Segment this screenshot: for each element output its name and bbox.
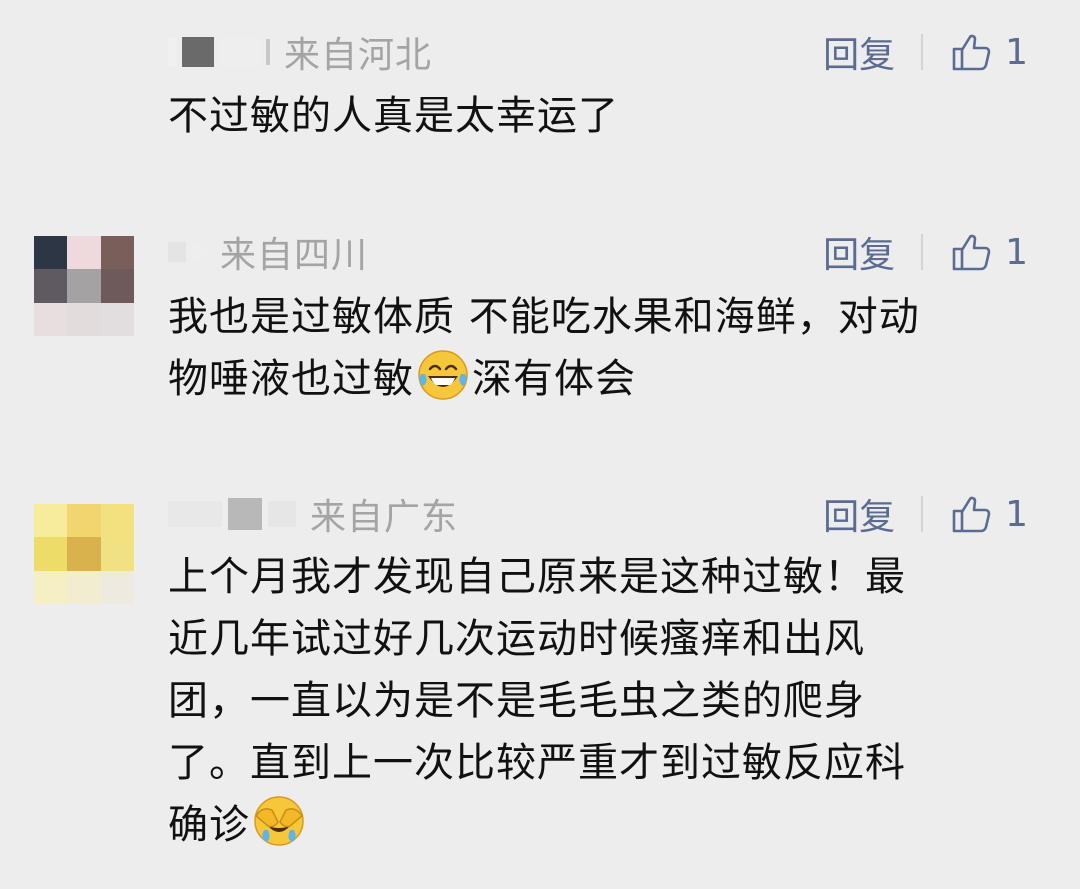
- comment-line: 上个月我才发现自己原来是这种过敏！最: [168, 554, 906, 600]
- like-count: 1: [1005, 493, 1028, 535]
- comment-line: 近几年试过好几次运动时候瘙痒和出风: [168, 616, 865, 662]
- comment-header: 来自广东: [168, 486, 458, 542]
- like-button[interactable]: 1: [951, 494, 1028, 535]
- like-count: 1: [1005, 31, 1028, 73]
- location-label: 来自广东: [310, 497, 459, 538]
- comment-line: 了。直到上一次比较严重才到过敏反应科: [168, 740, 906, 786]
- comment-header: 来自河北: [168, 24, 432, 80]
- divider: [921, 34, 924, 70]
- avatar[interactable]: [34, 236, 134, 336]
- divider: [921, 496, 924, 532]
- comment-actions: 回复 1: [823, 486, 1028, 542]
- reply-button[interactable]: 回复: [823, 488, 895, 540]
- comment-line-part: 深有体会: [472, 356, 636, 402]
- like-button[interactable]: 1: [951, 232, 1028, 273]
- comment-line-part: 确诊: [168, 802, 250, 848]
- comment-text: 不过敏的人真是太幸运了: [168, 93, 619, 139]
- comment-text: 我也是过敏体质 不能吃水果和海鲜，对动 物唾液也过敏 深有体会: [168, 286, 1024, 410]
- location-label: 来自四川: [220, 235, 369, 276]
- comment-line: 物唾液也过敏 深有体会: [168, 348, 1024, 410]
- comment-line: 确诊: [168, 794, 1024, 856]
- username-censored: [168, 242, 206, 262]
- thumbs-up-icon: [952, 496, 991, 533]
- grinning-with-tears-emoji: [418, 350, 468, 400]
- like-count: 1: [1005, 231, 1028, 273]
- username-censored: [168, 37, 270, 67]
- comment-header: 来自四川: [168, 224, 368, 280]
- comment-text: 上个月我才发现自己原来是这种过敏！最 近几年试过好几次运动时候瘙痒和出风 团，一…: [168, 546, 1024, 856]
- reply-button[interactable]: 回复: [823, 26, 895, 78]
- location-label: 来自河北: [284, 35, 433, 76]
- comment-line: 团，一直以为是不是毛毛虫之类的爬身: [168, 678, 865, 724]
- divider: [921, 234, 924, 270]
- reply-button[interactable]: 回复: [823, 226, 895, 278]
- comment-actions: 回复 1: [823, 24, 1028, 80]
- thumbs-up-icon: [952, 34, 991, 71]
- comment-actions: 回复 1: [823, 224, 1028, 280]
- avatar[interactable]: [34, 504, 134, 604]
- comments-page: 来自河北 回复 1 不过敏的人真是太幸运了 来自四川 回复 1 我也是过敏体质 …: [0, 0, 1080, 889]
- comment-line: 我也是过敏体质 不能吃水果和海鲜，对动: [168, 294, 920, 340]
- thumbs-up-icon: [952, 234, 991, 271]
- crying-face-covering-emoji: [254, 796, 304, 846]
- username-censored: [168, 498, 296, 530]
- comment-line-part: 物唾液也过敏: [168, 356, 414, 402]
- like-button[interactable]: 1: [951, 32, 1028, 73]
